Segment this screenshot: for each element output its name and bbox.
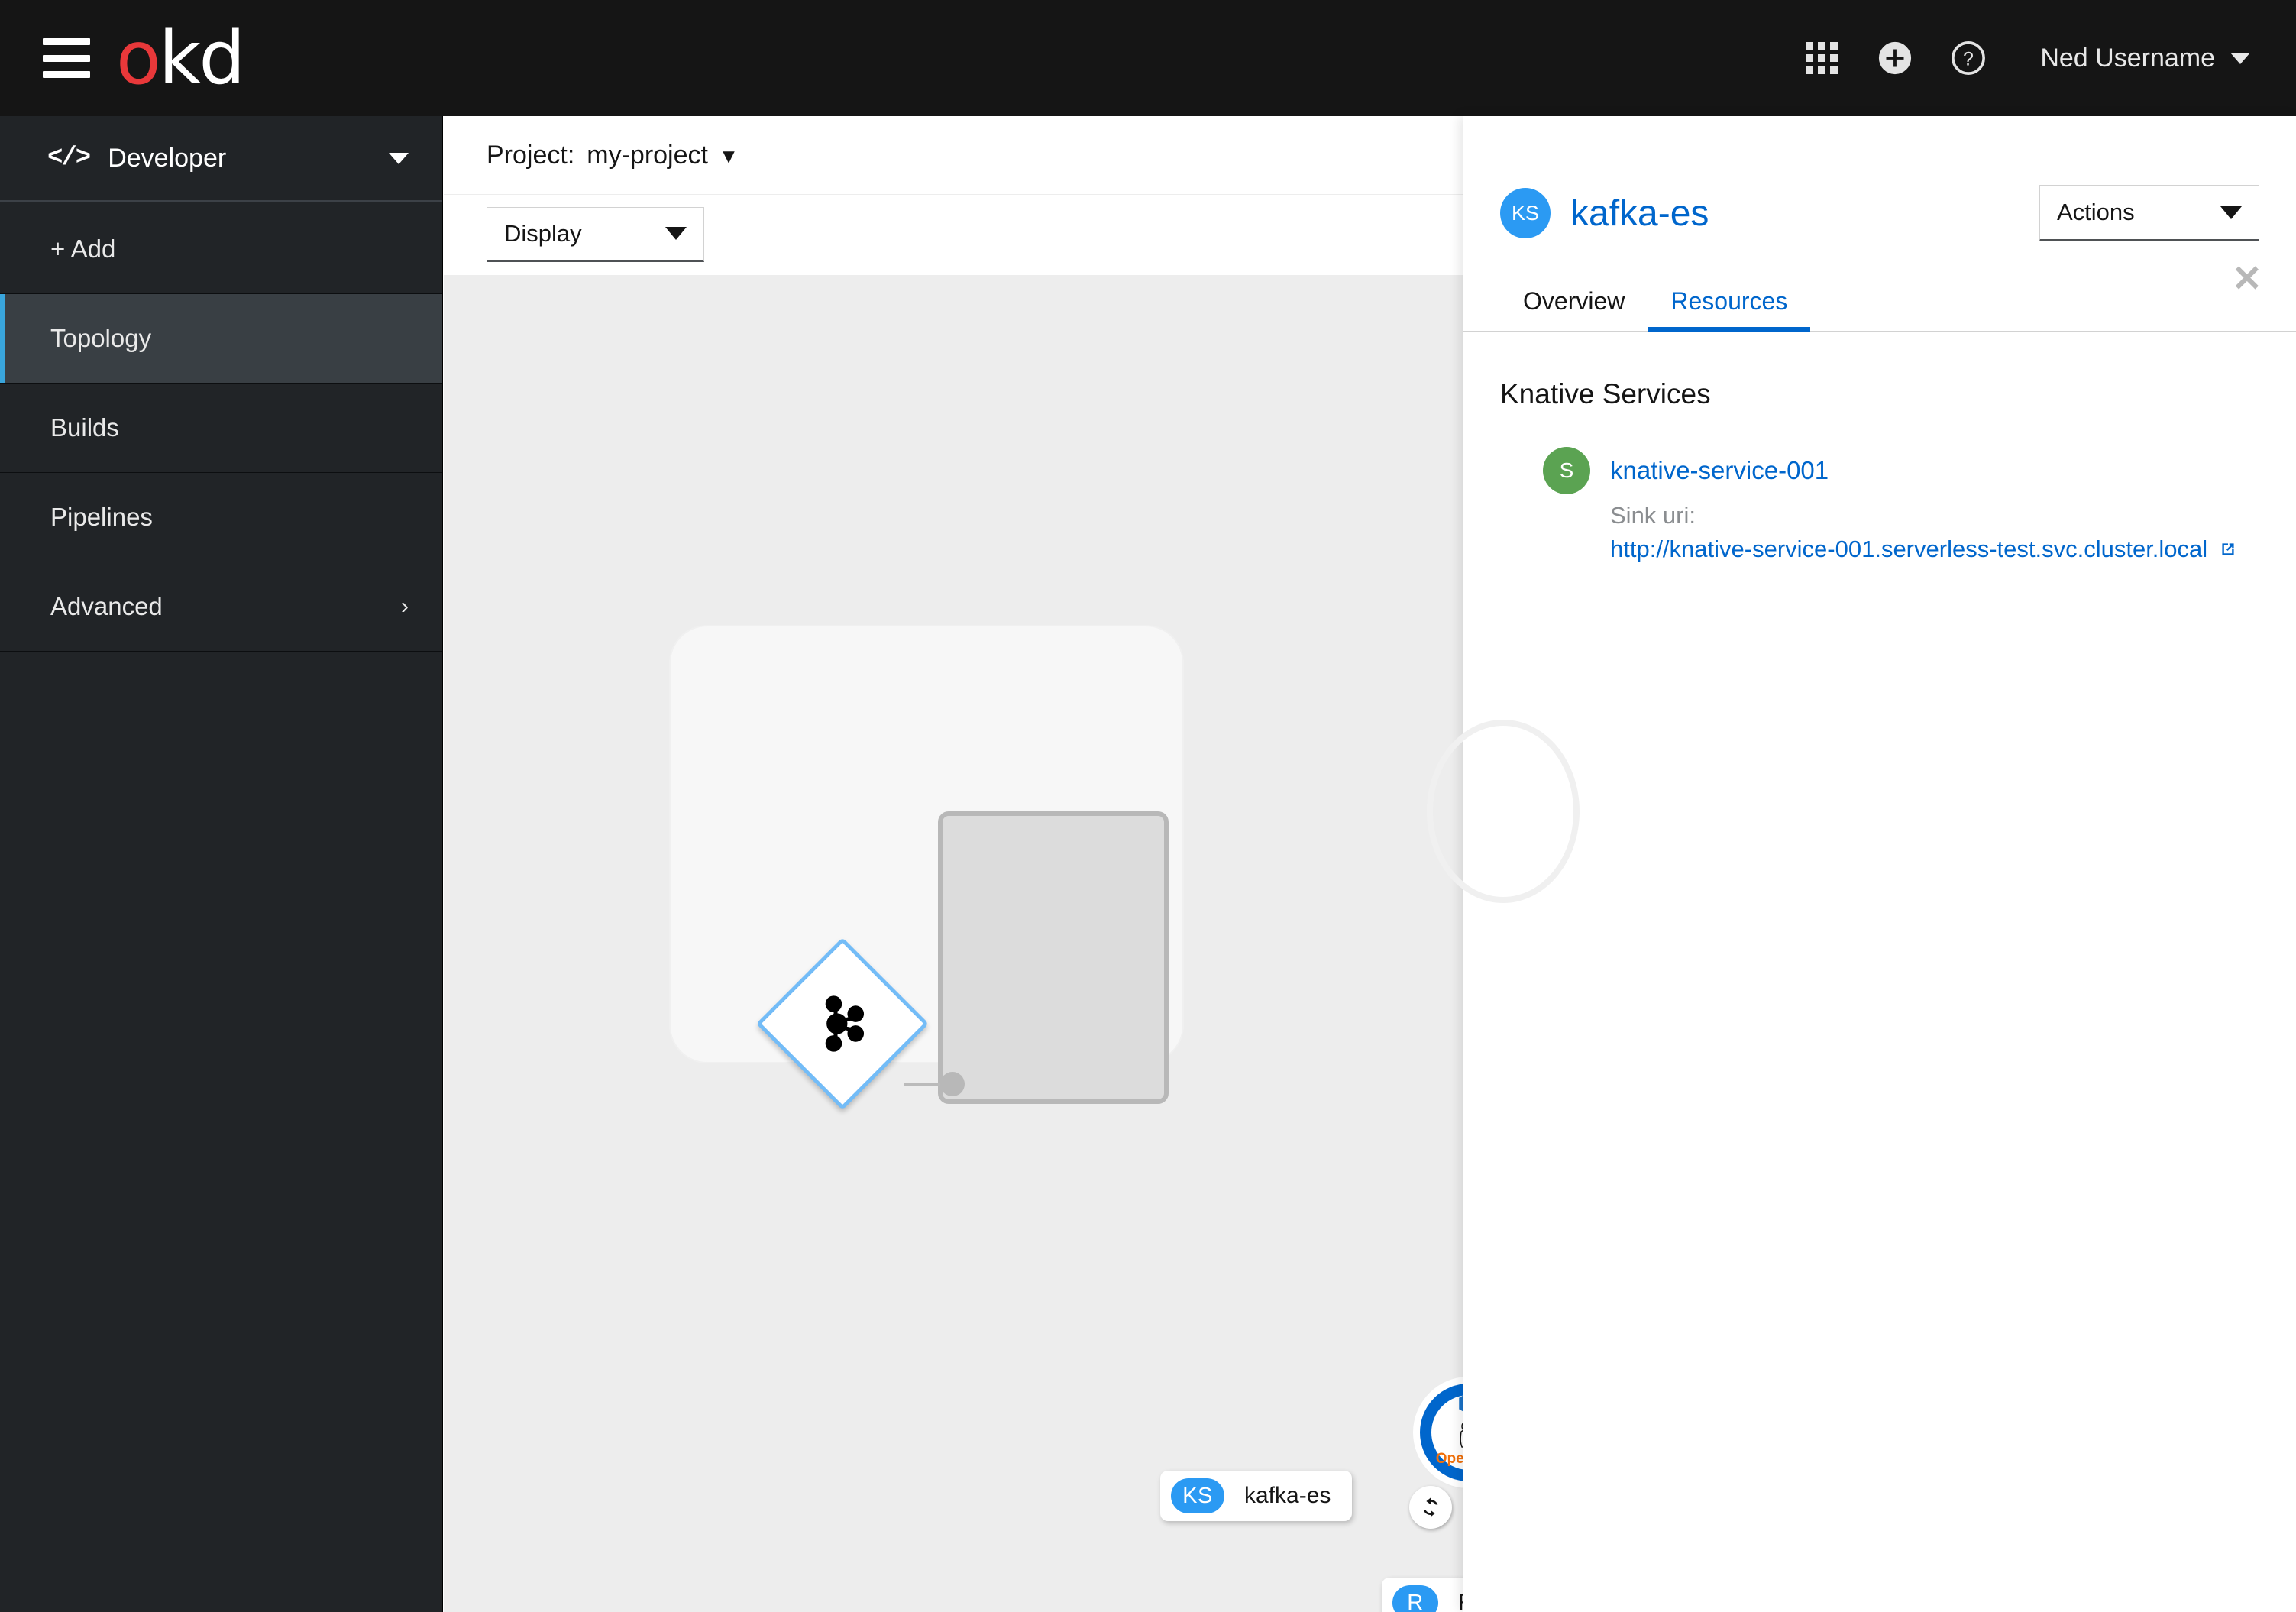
project-bar: Project: my-project ▾ xyxy=(444,116,1463,195)
knative-service-group[interactable] xyxy=(938,811,1169,1104)
sidebar-item-advanced[interactable]: Advanced › xyxy=(0,562,442,652)
revision-node[interactable]: K n OpenJDK xyxy=(1420,1384,1463,1481)
actions-dropdown-label: Actions xyxy=(2057,199,2135,225)
sidebar-item-add[interactable]: + Add xyxy=(0,205,442,294)
resource-side-panel: ✕ KS kafka-es Actions Overview Resources… xyxy=(1427,116,2296,1612)
okd-logo-kd: kd xyxy=(158,15,246,101)
code-brackets-icon: </> xyxy=(47,144,91,173)
chevron-down-icon[interactable]: ▾ xyxy=(723,143,734,168)
svg-text:?: ? xyxy=(1963,49,1974,70)
user-menu[interactable]: Ned Username xyxy=(2040,44,2250,73)
sidebar-item-builds[interactable]: Builds xyxy=(0,384,442,473)
topology-edge-endpoint xyxy=(940,1072,965,1096)
status-badge: KS xyxy=(1171,1478,1224,1513)
actions-dropdown[interactable]: Actions xyxy=(2039,185,2259,241)
knative-service-link[interactable]: knative-service-001 xyxy=(1610,447,1829,494)
openjdk-duke-icon xyxy=(1460,1422,1463,1448)
close-icon[interactable]: ✕ xyxy=(2232,261,2262,298)
sidebar-item-topology[interactable]: Topology xyxy=(0,294,442,384)
sidebar-item-pipelines[interactable]: Pipelines xyxy=(0,473,442,562)
revision-name: Rev-001 xyxy=(1458,1590,1463,1612)
sidebar-item-label: Advanced xyxy=(50,592,163,620)
sidebar-item-label: Topology xyxy=(50,324,152,352)
tab-resources[interactable]: Resources xyxy=(1648,277,1811,332)
sidebar-item-label: + Add xyxy=(50,235,116,263)
page-title: kafka-es xyxy=(1570,193,1709,234)
okd-logo-o: o xyxy=(116,15,161,101)
perspective-label: Developer xyxy=(108,143,227,173)
chevron-right-icon: › xyxy=(401,594,409,619)
status-badge: R xyxy=(1392,1585,1438,1612)
sidebar-item-label: Pipelines xyxy=(50,503,153,531)
main-content: Project: my-project ▾ Display KS kafka-e… xyxy=(444,116,1463,1612)
topology-canvas[interactable]: KS kafka-es K n OpenJDK xyxy=(444,275,1463,1612)
service-badge: S xyxy=(1543,447,1590,494)
topology-toolbar: Display xyxy=(444,195,1463,274)
perspective-switcher[interactable]: </> Developer xyxy=(0,116,442,202)
external-link-icon xyxy=(2222,543,2234,555)
project-label: Project: xyxy=(487,140,575,170)
openjdk-wordmark: OpenJDK xyxy=(1435,1451,1463,1467)
kafka-source-label[interactable]: KS kafka-es xyxy=(1160,1471,1353,1521)
application-group[interactable] xyxy=(671,626,1182,1104)
hamburger-icon[interactable] xyxy=(43,38,90,78)
list-item: S knative-service-001 xyxy=(1500,447,2259,494)
chevron-down-icon xyxy=(2230,52,2250,64)
project-name[interactable]: my-project xyxy=(587,141,708,170)
okd-logo[interactable]: o kd xyxy=(116,15,246,101)
masthead-actions: ? Ned Username xyxy=(1785,21,2296,95)
display-dropdown[interactable]: Display xyxy=(487,206,704,262)
sink-uri-link[interactable]: http://knative-service-001.serverless-te… xyxy=(1610,536,2259,563)
section-title: Knative Services xyxy=(1500,378,1711,409)
caret-down-icon xyxy=(665,227,687,240)
sidebar-nav: + Add Topology Builds Pipelines Advanced… xyxy=(0,202,442,652)
build-refresh-icon[interactable] xyxy=(1409,1486,1452,1529)
kafka-icon xyxy=(825,995,865,1052)
sidebar-item-label: Builds xyxy=(50,413,119,442)
tab-overview[interactable]: Overview xyxy=(1500,277,1648,331)
knative-kn-icon: K n xyxy=(1459,1395,1463,1412)
masthead: o kd ? Ned Username xyxy=(0,0,2296,116)
sink-uri-block: Sink uri: http://knative-service-001.ser… xyxy=(1500,502,2259,563)
panel-header: KS kafka-es Actions xyxy=(1463,116,2296,241)
panel-body: Knative Services S knative-service-001 S… xyxy=(1463,332,2296,563)
kafka-source-name: kafka-es xyxy=(1244,1483,1331,1508)
caret-down-icon xyxy=(2220,206,2242,219)
display-dropdown-label: Display xyxy=(504,219,582,247)
resource-type-badge: KS xyxy=(1500,188,1551,238)
user-name-label: Ned Username xyxy=(2040,43,2215,73)
revision-label[interactable]: R Rev-001 xyxy=(1382,1578,1463,1612)
plus-circle-icon[interactable] xyxy=(1858,21,1932,95)
chevron-down-icon xyxy=(389,152,409,164)
question-circle-icon[interactable]: ? xyxy=(1932,21,2005,95)
grid-apps-icon[interactable] xyxy=(1785,21,1858,95)
panel-tabs: Overview Resources xyxy=(1463,277,2296,332)
sink-uri-value: http://knative-service-001.serverless-te… xyxy=(1610,536,2208,562)
sidebar: </> Developer + Add Topology Builds Pipe… xyxy=(0,116,443,1612)
sink-uri-label: Sink uri: xyxy=(1610,502,1696,529)
